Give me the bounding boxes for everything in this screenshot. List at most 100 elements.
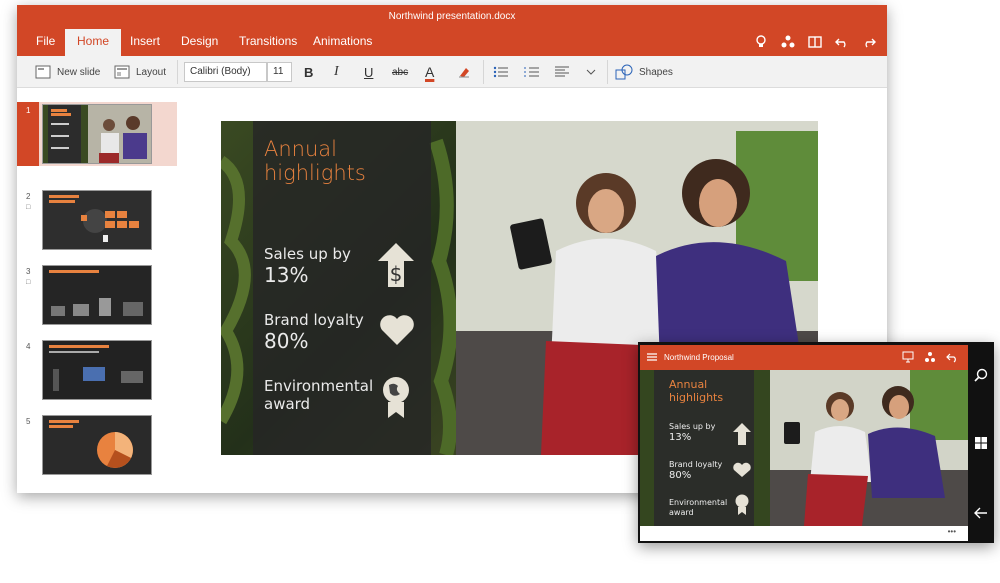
tab-transitions[interactable]: Transitions: [239, 29, 297, 56]
home-toolbar: New slide Layout Calibri (Body) 11 B I U…: [17, 56, 887, 88]
phone-sales-title: Sales up by: [669, 422, 716, 431]
back-arrow-icon[interactable]: [973, 505, 989, 521]
phone-highlight-env: Environmental award: [669, 498, 727, 518]
highlight-brand-title: Brand loyalty: [264, 311, 364, 329]
clear-formatting-button[interactable]: [457, 56, 471, 88]
toolbar-divider: [483, 60, 484, 84]
phone-env-line-2: award: [669, 508, 694, 517]
highlight-sales[interactable]: Sales up by 13%: [264, 245, 351, 287]
phone-screen: Northwind Proposal Annual highlights Sal…: [640, 345, 968, 541]
phone-footer: •••: [640, 526, 968, 541]
font-color-button[interactable]: A: [425, 56, 434, 88]
font-size-box[interactable]: 11: [267, 62, 292, 82]
windows-icon[interactable]: [973, 435, 989, 451]
phone-heart-icon: [733, 462, 751, 478]
hamburger-menu-icon[interactable]: [646, 351, 658, 363]
phone-slide-title: Annual highlights: [669, 378, 723, 404]
thumbnail-image: [42, 415, 152, 475]
share-icon[interactable]: [924, 351, 936, 363]
present-icon[interactable]: [902, 351, 914, 363]
numbered-list-icon: [524, 65, 540, 79]
bullet-list-icon: [493, 65, 509, 79]
search-icon[interactable]: [973, 368, 989, 384]
globe-award-icon: [380, 376, 412, 420]
highlight-env-line-2: award: [264, 395, 311, 413]
strikethrough-button[interactable]: abc: [392, 56, 408, 88]
undo-icon[interactable]: [834, 34, 850, 50]
thumbnail-image: [42, 190, 152, 250]
layout-icon: [114, 65, 130, 79]
font-name-box[interactable]: Calibri (Body): [184, 62, 267, 82]
tab-home[interactable]: Home: [65, 29, 122, 56]
thumbnail-number: 3: [26, 267, 31, 276]
thumbnail-image: [42, 265, 152, 325]
share-icon[interactable]: [780, 34, 796, 50]
highlight-environmental[interactable]: Environmental award: [264, 377, 373, 413]
reading-view-icon[interactable]: [807, 34, 823, 50]
phone-doc-title: Northwind Proposal: [664, 353, 734, 362]
highlight-sales-value: 13%: [264, 263, 309, 287]
stage: Northwind presentation.docx File Home In…: [0, 0, 1000, 583]
shapes-label: Shapes: [639, 66, 673, 78]
phone-globe-icon: [734, 494, 750, 516]
window-title: Northwind presentation.docx: [17, 5, 887, 29]
comment-icon: □: [26, 279, 31, 286]
italic-button[interactable]: I: [334, 56, 339, 88]
lightbulb-icon[interactable]: [753, 34, 769, 50]
toolbar-divider: [177, 60, 178, 84]
layout-label: Layout: [136, 66, 167, 78]
tab-design[interactable]: Design: [181, 29, 218, 56]
highlight-brand-value: 80%: [264, 329, 309, 353]
bullets-button[interactable]: [493, 56, 509, 88]
phone-highlight-brand: Brand loyalty 80%: [669, 460, 722, 482]
tab-insert[interactable]: Insert: [130, 29, 160, 56]
thumbnail-slide-1[interactable]: 1: [17, 102, 177, 166]
phone-device: Northwind Proposal Annual highlights Sal…: [638, 342, 994, 543]
shapes-button[interactable]: Shapes: [615, 56, 673, 88]
slide-thumbnail-pane: 1 2 □ 3 □ 4 5: [17, 88, 177, 493]
comment-icon: □: [26, 204, 31, 211]
numbering-button[interactable]: [524, 56, 540, 88]
dollar-arrow-icon: $: [376, 241, 416, 289]
phone-env-line-1: Environmental: [669, 498, 728, 507]
chevron-down-icon: [586, 68, 596, 76]
toolbar-divider: [607, 60, 608, 84]
highlight-brand-loyalty[interactable]: Brand loyalty 80%: [264, 311, 364, 353]
phone-dollar-icon: [732, 422, 752, 446]
redo-icon[interactable]: [861, 34, 877, 50]
thumbnail-slide-3[interactable]: 3 □: [17, 263, 177, 327]
slide-title[interactable]: Annual highlights: [264, 137, 366, 185]
heart-icon: [379, 313, 415, 347]
shapes-icon: [615, 64, 633, 80]
tab-file[interactable]: File: [36, 29, 55, 56]
thumbnail-slide-5[interactable]: 5: [17, 413, 177, 477]
slide-title-line-2: highlights: [264, 161, 366, 185]
new-slide-label: New slide: [57, 66, 101, 78]
thumbnail-image: [42, 340, 152, 400]
thumbnail-slide-2[interactable]: 2 □: [17, 188, 177, 252]
align-left-icon: [554, 65, 570, 79]
paragraph-more-button[interactable]: [586, 56, 596, 88]
phone-slide[interactable]: Annual highlights Sales up by 13% Brand …: [640, 370, 968, 526]
thumbnail-number: 4: [26, 342, 31, 351]
layout-button[interactable]: Layout: [114, 56, 166, 88]
new-slide-button[interactable]: New slide: [35, 56, 100, 88]
thumbnail-number: 1: [26, 106, 31, 115]
tab-animations[interactable]: Animations: [313, 29, 372, 56]
underline-button[interactable]: U: [364, 56, 373, 88]
align-button[interactable]: [554, 56, 570, 88]
phone-slide-title-line-2: highlights: [669, 391, 724, 404]
svg-text:$: $: [390, 262, 403, 286]
thumbnail-image: [42, 104, 152, 164]
bold-button[interactable]: B: [304, 56, 313, 88]
more-options-button[interactable]: •••: [948, 527, 956, 536]
eraser-icon: [457, 65, 471, 79]
undo-icon[interactable]: [946, 351, 958, 363]
phone-app-bar: Northwind Proposal: [640, 345, 968, 370]
phone-slide-title-line-1: Annual: [669, 378, 708, 391]
title-actions: [753, 34, 877, 50]
thumbnail-slide-4[interactable]: 4: [17, 338, 177, 402]
highlight-sales-title: Sales up by: [264, 245, 351, 263]
thumbnail-number: 5: [26, 417, 31, 426]
phone-brand-title: Brand loyalty: [669, 460, 723, 469]
